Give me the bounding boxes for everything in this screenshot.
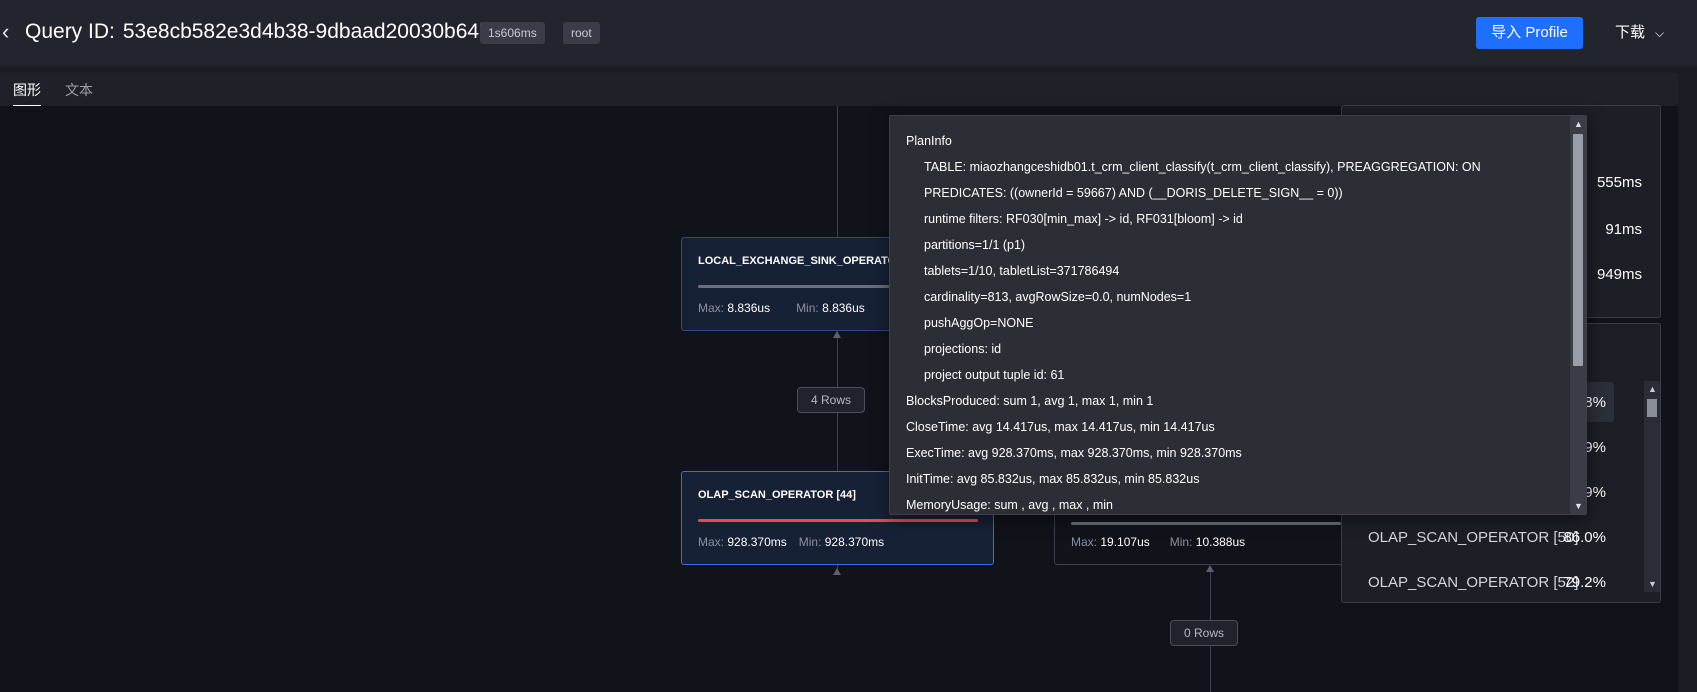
import-profile-button[interactable]: 导入 Profile: [1476, 17, 1583, 49]
tooltip-line: cardinality=813, avgRowSize=0.0, numNode…: [924, 290, 1192, 304]
node-metrics: Max: 8.836us Min: 8.836us: [698, 301, 865, 315]
tooltip-line: runtime filters: RF030[min_max] -> id, R…: [924, 212, 1243, 226]
ranking-operator-name: OLAP_SCAN_OPERATOR [50]: [1368, 529, 1579, 546]
tooltip-line: InitTime: avg 85.832us, max 85.832us, mi…: [906, 472, 1200, 486]
tooltip-line: tablets=1/10, tabletList=371786494: [924, 264, 1120, 278]
edge-arrow-icon: [1206, 565, 1214, 572]
node-title: OLAP_SCAN_OPERATOR [44]: [698, 489, 856, 501]
node-title: LOCAL_EXCHANGE_SINK_OPERATOR: [698, 255, 905, 267]
chevron-down-icon: ⌵: [1655, 26, 1665, 40]
tooltip-line: project output tuple id: 61: [924, 368, 1065, 382]
min-value: 10.388us: [1195, 535, 1246, 549]
ranking-percent: 79.2%: [1563, 574, 1606, 591]
edge-arrow-icon: [833, 331, 841, 338]
node-time-bar: [1071, 522, 1341, 525]
node-metrics: Max: 19.107us Min: 10.388us: [1071, 535, 1246, 549]
tab-text[interactable]: 文本: [65, 81, 93, 99]
tooltip-line: MemoryUsage: sum , avg , max , min: [906, 498, 1114, 512]
node-time-bar: [698, 519, 978, 522]
min-value: 8.836us: [822, 301, 865, 315]
min-value: 928.370ms: [824, 535, 885, 549]
scrollbar-thumb[interactable]: [1573, 134, 1583, 366]
tooltip-line: projections: id: [924, 342, 1002, 356]
rows-badge: 4 Rows: [797, 387, 866, 413]
ranking-row[interactable]: OLAP_SCAN_OPERATOR [50] 86.0%: [1352, 517, 1614, 557]
duration-badge: 1s606ms: [480, 22, 545, 44]
scroll-up-icon[interactable]: ▲: [1648, 384, 1657, 394]
scroll-down-icon[interactable]: ▼: [1648, 579, 1657, 589]
tooltip-line: PlanInfo: [906, 134, 952, 148]
tooltip-line: ExecTime: avg 928.370ms, max 928.370ms, …: [906, 446, 1242, 460]
scrollbar-thumb[interactable]: [1647, 399, 1657, 417]
ranking-percent: 86.0%: [1563, 529, 1606, 546]
download-label: 下载: [1615, 24, 1646, 41]
max-value: 8.836us: [727, 301, 771, 315]
tooltip-line: BlocksProduced: sum 1, avg 1, max 1, min…: [906, 394, 1154, 408]
tooltip-scrollbar[interactable]: ▲ ▼: [1570, 116, 1586, 514]
edge-arrow-icon: [833, 568, 841, 575]
page-header: ‹ Query ID: 53e8cb582e3d4b38-9dbaad20030b…: [0, 0, 1697, 66]
tooltip-line: partitions=1/1 (p1): [924, 238, 1026, 252]
time-value: 555ms: [1596, 174, 1642, 191]
page-title: Query ID: 53e8cb582e3d4b38-9dbaad20030b64…: [25, 18, 497, 46]
max-value: 19.107us: [1100, 535, 1150, 549]
scroll-up-icon[interactable]: ▲: [1574, 119, 1583, 129]
query-id-label: Query ID:: [25, 20, 115, 43]
edge-line: [837, 106, 838, 237]
ranking-scrollbar[interactable]: ▲ ▼: [1644, 381, 1660, 592]
max-value: 928.370ms: [727, 535, 787, 549]
ranking-operator-name: OLAP_SCAN_OPERATOR [52]: [1368, 574, 1579, 591]
tab-graph[interactable]: 图形: [13, 81, 41, 107]
query-id-value: 53e8cb582e3d4b38-9dbaad20030b647f: [122, 20, 497, 43]
view-tabs: 图形 文本: [0, 73, 1678, 107]
tooltip-line: PREDICATES: ((ownerId = 59667) AND (__DO…: [924, 186, 1343, 200]
tooltip-line: pushAggOp=NONE: [924, 316, 1034, 330]
rows-badge: 0 Rows: [1170, 620, 1239, 646]
node-detail-tooltip: PlanInfo TABLE: miaozhangceshidb01.t_crm…: [889, 115, 1587, 515]
back-arrow-icon[interactable]: ‹: [2, 20, 22, 46]
time-value: 91ms: [1605, 221, 1642, 238]
time-value: 949ms: [1596, 266, 1642, 283]
user-badge: root: [563, 22, 600, 44]
scroll-down-icon[interactable]: ▼: [1574, 501, 1583, 511]
tooltip-line: CloseTime: avg 14.417us, max 14.417us, m…: [906, 420, 1215, 434]
node-metrics: Max: 928.370ms Min: 928.370ms: [698, 535, 885, 549]
ranking-row[interactable]: OLAP_SCAN_OPERATOR [52] 79.2%: [1352, 562, 1614, 602]
tooltip-line: TABLE: miaozhangceshidb01.t_crm_client_c…: [924, 160, 1481, 174]
download-dropdown[interactable]: 下载 ⌵: [1615, 17, 1664, 49]
